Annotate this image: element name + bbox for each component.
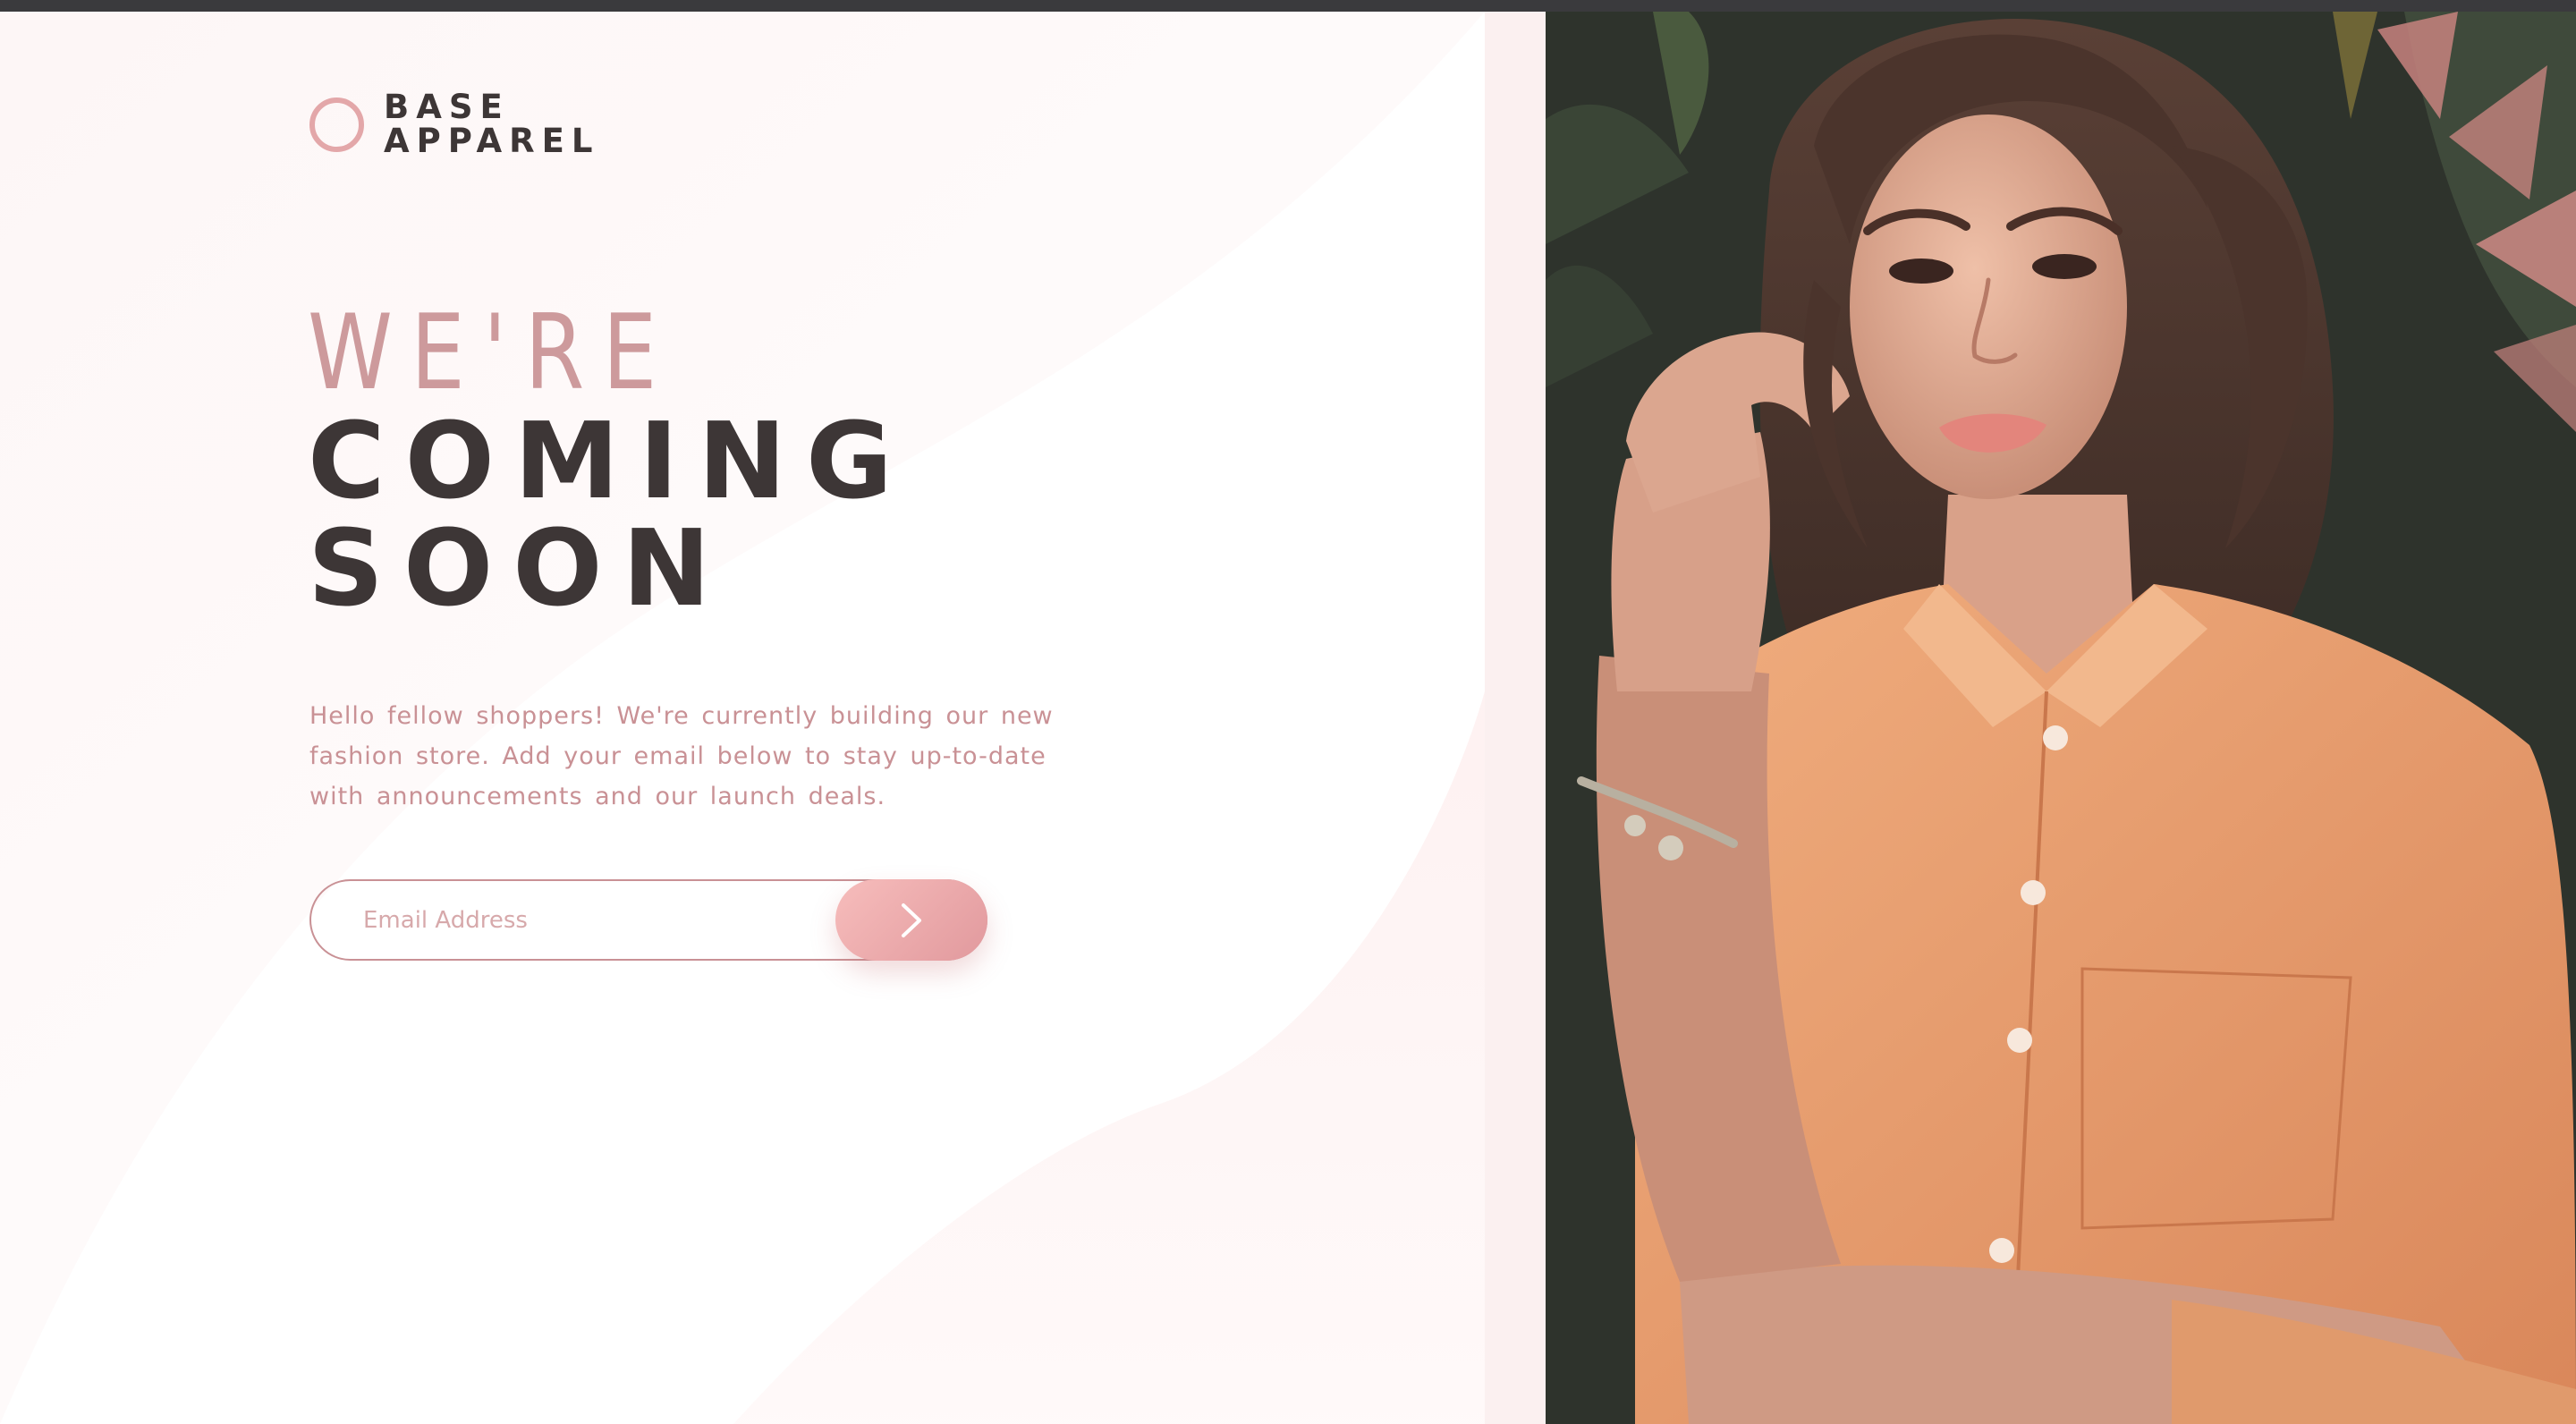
arrow-right-icon	[902, 903, 921, 937]
hero-photo	[1546, 12, 2576, 1424]
brand-logo[interactable]: BASE APPAREL	[309, 90, 599, 158]
email-signup-form	[309, 879, 987, 961]
brand-name-line1: BASE	[384, 88, 510, 126]
left-content-panel: BASE APPAREL WE'RE COMING SOON Hello fel…	[0, 12, 1546, 1424]
page-headline: WE'RE COMING SOON	[308, 292, 912, 630]
hero-illustration	[1546, 12, 2576, 1424]
headline-dark-line1: COMING	[308, 399, 912, 522]
logo-ring-icon	[309, 97, 364, 152]
headline-dark-line2: SOON	[308, 506, 731, 630]
brand-name-line2: APPAREL	[384, 122, 600, 160]
browser-top-bar	[0, 0, 2576, 12]
brand-name: BASE APPAREL	[384, 90, 599, 158]
submit-button[interactable]	[835, 879, 987, 961]
headline-light: WE'RE	[308, 292, 675, 413]
intro-text: Hello fellow shoppers! We're currently b…	[309, 702, 1054, 810]
